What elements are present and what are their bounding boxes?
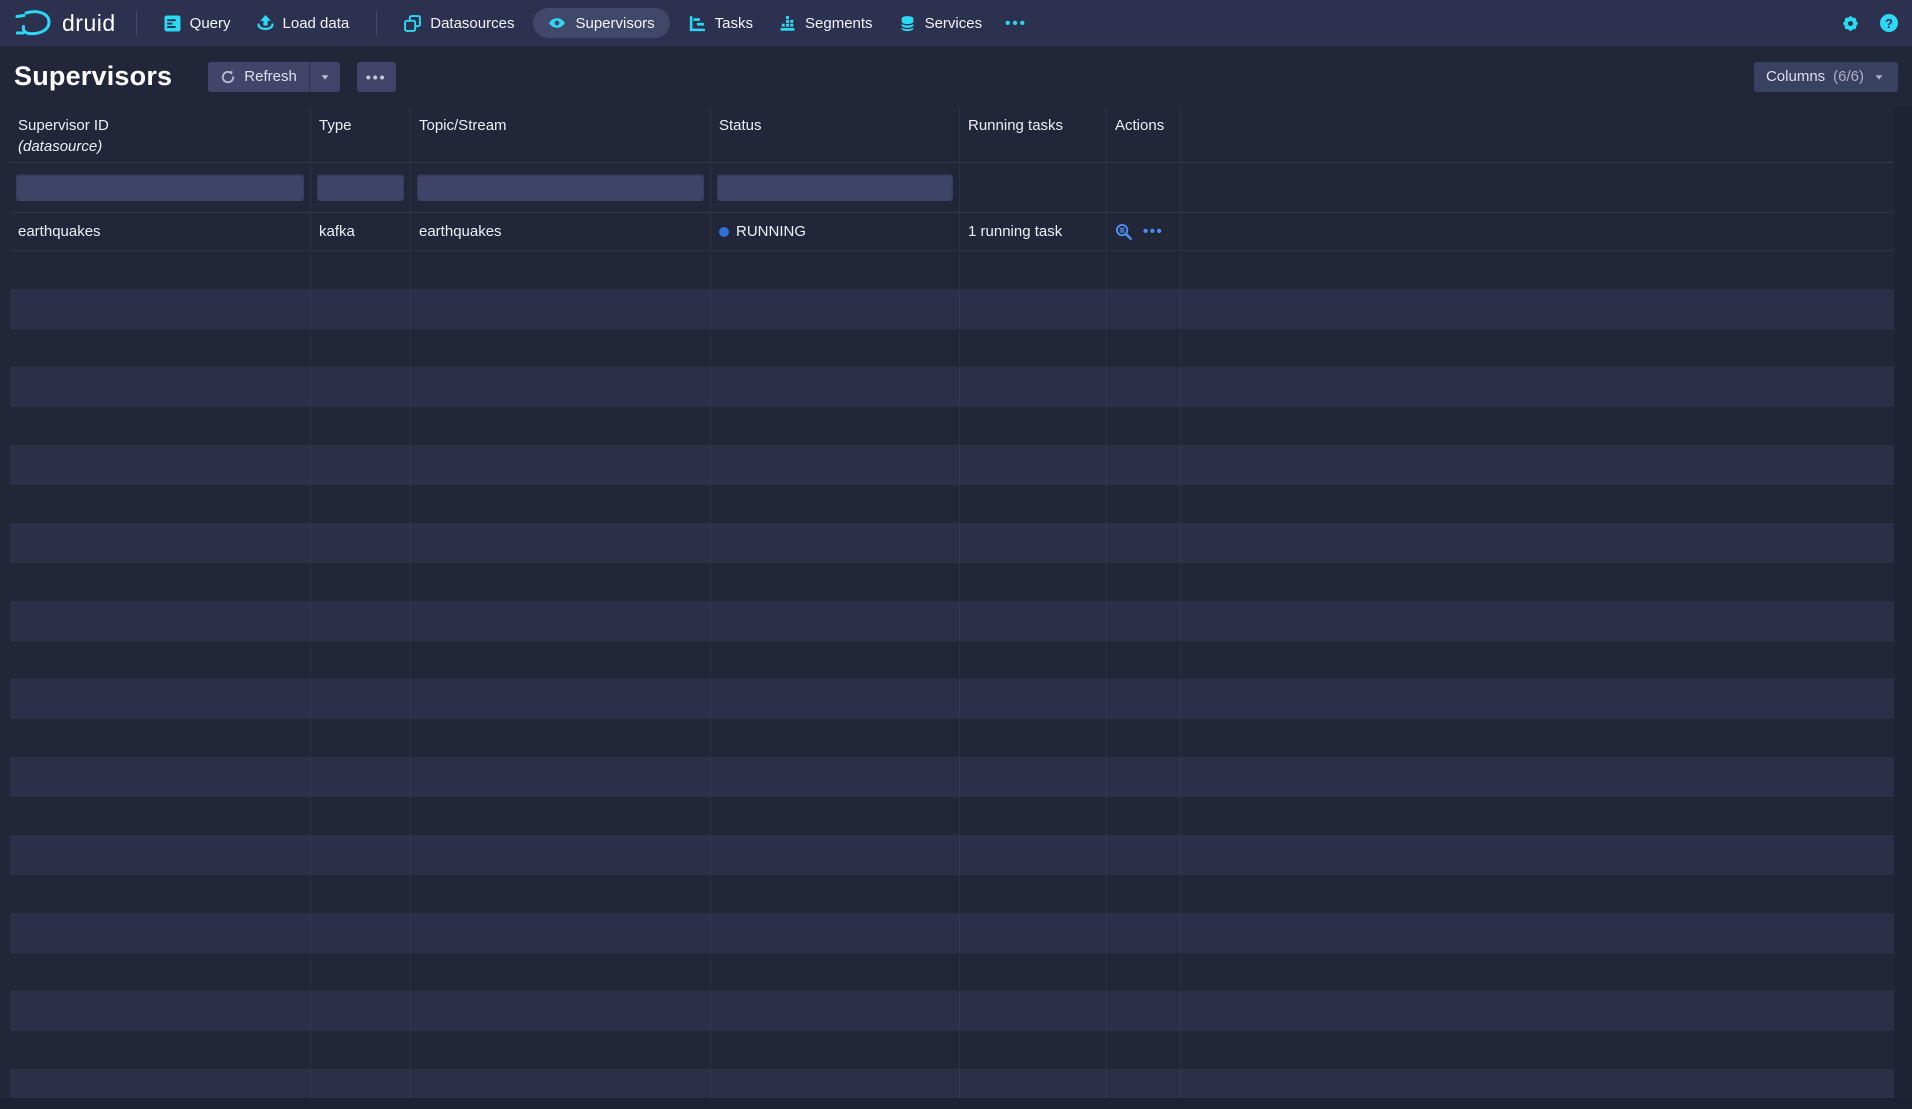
empty-row <box>10 602 1894 641</box>
empty-row <box>10 992 1894 1031</box>
columns-count: (6/6) <box>1833 68 1864 85</box>
type-filter-input[interactable] <box>317 174 404 201</box>
nav-item-tasks[interactable]: Tasks <box>676 0 766 46</box>
refresh-label: Refresh <box>244 68 297 85</box>
column-header-topic-stream[interactable]: Topic/Stream <box>411 107 711 162</box>
druid-logo[interactable]: druid <box>14 7 122 39</box>
column-header-actions[interactable]: Actions <box>1107 107 1181 162</box>
table-filter-row <box>10 163 1894 213</box>
empty-rows-container <box>10 251 1894 1098</box>
empty-row <box>10 875 1894 914</box>
supervisor-row: earthquakes kafka earthquakes RUNNING 1 … <box>10 213 1894 251</box>
navbar-divider <box>376 11 377 35</box>
horizontal-scrollbar-track[interactable] <box>0 1098 1912 1109</box>
navbar-divider <box>136 11 137 35</box>
empty-row <box>10 1031 1894 1070</box>
nav-item-label: Segments <box>805 15 873 32</box>
column-header-type[interactable]: Type <box>311 107 411 162</box>
actions-cell: ••• <box>1107 213 1181 250</box>
column-header-status[interactable]: Status <box>711 107 960 162</box>
topic-stream-filter-input[interactable] <box>417 174 704 201</box>
empty-row <box>10 953 1894 992</box>
column-header-running-tasks[interactable]: Running tasks <box>960 107 1107 162</box>
eye-icon <box>548 15 566 31</box>
empty-row <box>10 641 1894 680</box>
column-header-supervisor-id[interactable]: Supervisor ID (datasource) <box>10 107 311 162</box>
nav-item-supervisors[interactable]: Supervisors <box>533 8 669 38</box>
stacked-chart-icon <box>779 15 796 32</box>
page-title: Supervisors <box>14 61 172 92</box>
refresh-button[interactable]: Refresh <box>208 62 309 92</box>
header-filler <box>1181 107 1894 162</box>
empty-row <box>10 329 1894 368</box>
supervisor-id-cell[interactable]: earthquakes <box>10 213 311 250</box>
nav-item-label: Supervisors <box>575 15 654 32</box>
running-tasks-cell[interactable]: 1 running task <box>960 213 1107 250</box>
nav-item-label: Datasources <box>430 15 514 32</box>
empty-row <box>10 680 1894 719</box>
nav-item-query[interactable]: Query <box>151 0 244 46</box>
empty-row <box>10 1070 1894 1098</box>
upload-icon <box>257 15 274 32</box>
row-more-icon[interactable]: ••• <box>1143 213 1163 251</box>
refresh-icon <box>220 69 236 85</box>
columns-dropdown-button[interactable]: Columns (6/6) <box>1754 62 1898 92</box>
navbar-more-icon[interactable]: ••• <box>995 15 1037 32</box>
nav-item-label: Query <box>190 15 231 32</box>
status-cell[interactable]: RUNNING <box>711 213 960 250</box>
empty-row <box>10 446 1894 485</box>
database-icon <box>899 15 916 32</box>
settings-gear-icon[interactable] <box>1841 14 1860 33</box>
empty-row <box>10 407 1894 446</box>
empty-row <box>10 914 1894 953</box>
nav-item-label: Load data <box>283 15 350 32</box>
refresh-interval-dropdown-button[interactable] <box>309 62 340 92</box>
view-toolbar: Supervisors Refresh ••• <box>0 46 1912 107</box>
nav-item-label: Services <box>925 15 983 32</box>
status-running-dot <box>719 227 729 237</box>
empty-row <box>10 251 1894 290</box>
search-details-icon[interactable] <box>1115 223 1133 241</box>
column-header-sublabel: (datasource) <box>18 136 310 157</box>
empty-row <box>10 719 1894 758</box>
more-icon: ••• <box>366 62 387 92</box>
empty-row <box>10 836 1894 875</box>
empty-row <box>10 485 1894 524</box>
caret-down-icon <box>1872 70 1886 84</box>
console-icon <box>164 15 181 32</box>
druid-console: druid Query Load data <box>0 0 1912 1109</box>
empty-row <box>10 797 1894 836</box>
nav-item-load-data[interactable]: Load data <box>244 0 363 46</box>
nav-item-label: Tasks <box>715 15 753 32</box>
gantt-icon <box>689 15 706 32</box>
supervisor-id-filter-input[interactable] <box>16 174 304 201</box>
druid-logo-text: druid <box>62 10 116 37</box>
nav-item-services[interactable]: Services <box>886 0 996 46</box>
caret-down-icon <box>318 70 332 84</box>
nav-item-datasources[interactable]: Datasources <box>391 0 527 46</box>
columns-label: Columns <box>1766 68 1825 85</box>
empty-row <box>10 290 1894 329</box>
empty-row <box>10 758 1894 797</box>
empty-row <box>10 524 1894 563</box>
nav-item-segments[interactable]: Segments <box>766 0 886 46</box>
top-navbar: druid Query Load data <box>0 0 1912 46</box>
supervisors-table: Supervisor ID (datasource) Type Topic/St… <box>10 107 1894 1098</box>
druid-logo-icon <box>14 7 54 39</box>
refresh-button-group: Refresh <box>208 62 340 92</box>
more-actions-button[interactable]: ••• <box>357 62 396 92</box>
status-filter-input[interactable] <box>717 174 953 201</box>
topic-stream-cell[interactable]: earthquakes <box>411 213 711 250</box>
help-icon[interactable]: ? <box>1880 14 1898 32</box>
empty-row <box>10 563 1894 602</box>
status-badge: RUNNING <box>736 223 806 240</box>
empty-row <box>10 368 1894 407</box>
table-header-row: Supervisor ID (datasource) Type Topic/St… <box>10 107 1894 163</box>
datasources-icon <box>404 15 421 32</box>
type-cell[interactable]: kafka <box>311 213 411 250</box>
vertical-scrollbar-track[interactable] <box>1894 107 1912 1109</box>
